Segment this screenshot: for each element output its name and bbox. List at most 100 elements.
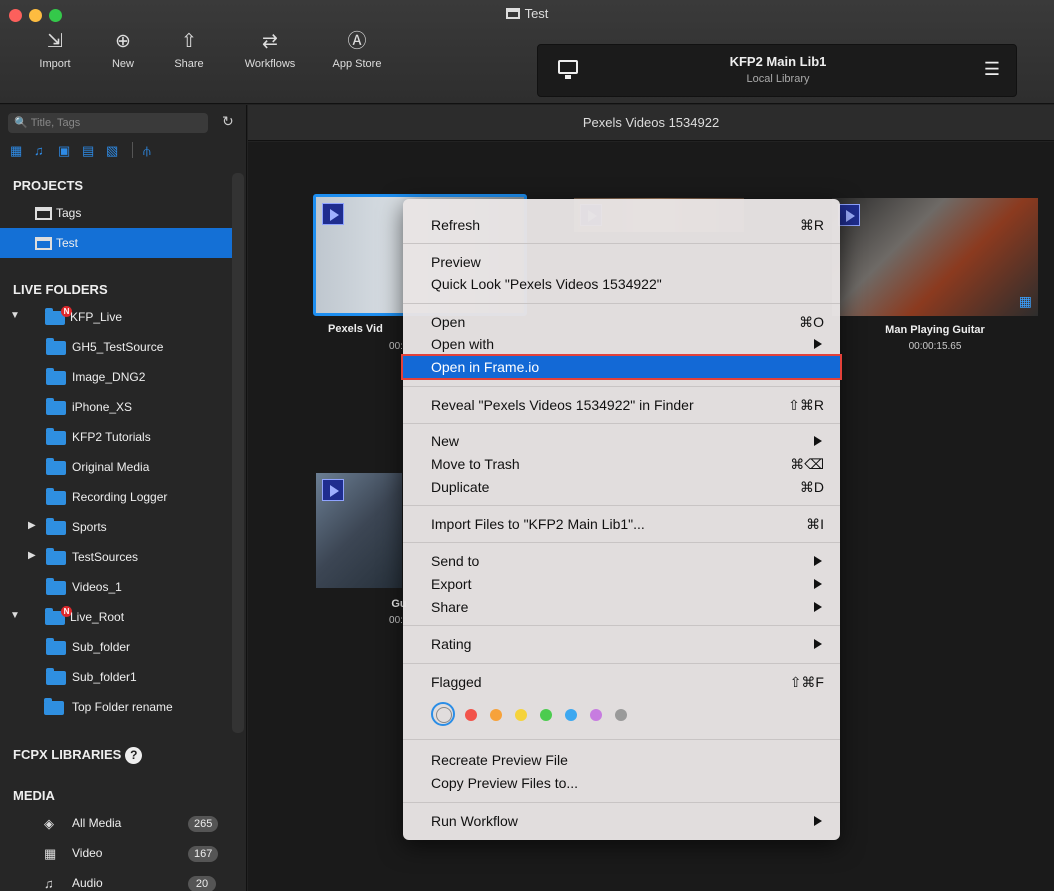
media-type-filters: ▦ ♫ ▣ ▤ ▧ ⫛ bbox=[10, 142, 240, 160]
menu-item-reveal-in-finder[interactable]: Reveal "Pexels Videos 1534922" in Finder… bbox=[403, 394, 840, 416]
hierarchy-icon[interactable]: ⫛ bbox=[143, 143, 167, 159]
disclosure-collapsed-icon[interactable]: ▶ bbox=[28, 520, 36, 531]
menu-separator bbox=[403, 663, 840, 664]
sidebar-item-folder[interactable]: ▼ N KFP_Live bbox=[0, 302, 232, 332]
clip-thumbnail[interactable]: ▦ bbox=[832, 198, 1038, 316]
library-selector[interactable]: KFP2 Main Lib1 Local Library ☰ bbox=[537, 44, 1017, 97]
menu-item-copy-preview[interactable]: Copy Preview Files to... bbox=[403, 772, 840, 794]
sidebar-item-folder[interactable]: ▶ Sports bbox=[0, 512, 232, 542]
sidebar-item-folder[interactable]: iPhone_XS bbox=[0, 392, 232, 422]
workflows-icon: ⇄ bbox=[262, 31, 278, 52]
library-name: KFP2 Main Lib1 bbox=[729, 54, 827, 69]
menu-item-move-to-trash[interactable]: Move to Trash ⌘⌫ bbox=[403, 453, 840, 475]
search-input[interactable]: 🔍 Title, Tags bbox=[8, 113, 208, 133]
color-label-blue[interactable] bbox=[565, 709, 577, 721]
menu-item-preview[interactable]: Preview bbox=[403, 251, 840, 273]
sidebar-item-folder[interactable]: ▶ TestSources bbox=[0, 542, 232, 572]
app-window: Test ⇲ Import ⊕ New ⇧ Share ⇄ Workflows … bbox=[0, 0, 1054, 891]
sidebar-item-audio[interactable]: ♫ Audio 20 bbox=[0, 868, 232, 891]
color-label-red[interactable] bbox=[465, 709, 477, 721]
folder-icon bbox=[46, 548, 66, 565]
menu-item-quick-look[interactable]: Quick Look "Pexels Videos 1534922" bbox=[403, 273, 840, 295]
help-icon[interactable]: ? bbox=[125, 747, 143, 764]
color-label-yellow[interactable] bbox=[515, 709, 527, 721]
menu-separator bbox=[403, 386, 840, 387]
menu-separator bbox=[403, 739, 840, 740]
workflows-button[interactable]: ⇄ Workflows bbox=[235, 28, 305, 70]
folder-icon bbox=[46, 368, 66, 385]
menu-item-flagged[interactable]: Flagged ⇧⌘F bbox=[403, 671, 840, 693]
sidebar-item-folder[interactable]: GH5_TestSource bbox=[0, 332, 232, 362]
sidebar-item-folder[interactable]: KFP2 Tutorials bbox=[0, 422, 232, 452]
content-title: Pexels Videos 1534922 bbox=[248, 105, 1054, 141]
sidebar-item-folder[interactable]: Image_DNG2 bbox=[0, 362, 232, 392]
menu-item-import-files[interactable]: Import Files to "KFP2 Main Lib1"... ⌘I bbox=[403, 513, 840, 535]
menu-item-send-to[interactable]: Send to bbox=[403, 550, 840, 572]
project-icon bbox=[35, 237, 52, 250]
project-icon bbox=[35, 207, 52, 220]
sidebar-item-project[interactable]: Test bbox=[0, 228, 232, 258]
clip-duration: 00:00:15.65 bbox=[908, 341, 962, 352]
menu-item-share[interactable]: Share bbox=[403, 596, 840, 618]
sidebar-item-folder[interactable]: Sub_folder1 bbox=[0, 662, 232, 692]
sidebar-item-video[interactable]: ▦ Video 167 bbox=[0, 838, 232, 868]
count-badge: 265 bbox=[188, 816, 219, 832]
menu-separator bbox=[403, 243, 840, 244]
clip-title: Pexels Vid bbox=[328, 323, 383, 335]
sidebar-item-folder[interactable]: Videos_1 bbox=[0, 572, 232, 602]
menu-item-open[interactable]: Open ⌘O bbox=[403, 311, 840, 333]
menu-item-refresh[interactable]: Refresh ⌘R bbox=[403, 214, 840, 236]
video-badge-icon bbox=[322, 479, 344, 501]
disclosure-expanded-icon[interactable]: ▼ bbox=[10, 310, 20, 321]
menu-item-recreate-preview[interactable]: Recreate Preview File bbox=[403, 749, 840, 771]
sidebar: 🔍 Title, Tags ↻ ▦ ♫ ▣ ▤ ▧ ⫛ PROJECTS Tags Test… bbox=[0, 105, 247, 891]
submenu-arrow-icon bbox=[814, 579, 822, 589]
disclosure-collapsed-icon[interactable]: ▶ bbox=[28, 550, 36, 561]
sidebar-item-folder[interactable]: Sub_folder bbox=[0, 632, 232, 662]
menu-item-open-with[interactable]: Open with bbox=[403, 333, 840, 355]
refresh-icon[interactable]: ↻ bbox=[222, 113, 234, 130]
sidebar-item-folder[interactable]: Recording Logger bbox=[0, 482, 232, 512]
color-label-green[interactable] bbox=[540, 709, 552, 721]
new-button[interactable]: ⊕ New bbox=[88, 28, 158, 70]
other-filter-icon[interactable]: ▧ bbox=[106, 143, 130, 159]
folder-icon bbox=[46, 338, 66, 355]
menu-item-duplicate[interactable]: Duplicate ⌘D bbox=[403, 476, 840, 498]
menu-item-open-in-frameio[interactable]: Open in Frame.io bbox=[401, 354, 842, 380]
film-icon: ▦ bbox=[1018, 293, 1032, 309]
media-header: MEDIA bbox=[13, 788, 55, 803]
document-filter-icon[interactable]: ▤ bbox=[82, 143, 106, 159]
image-filter-icon[interactable]: ▣ bbox=[58, 143, 82, 159]
menu-separator bbox=[403, 423, 840, 424]
submenu-arrow-icon bbox=[814, 436, 822, 446]
menu-item-export[interactable]: Export bbox=[403, 573, 840, 595]
video-badge-icon bbox=[838, 204, 860, 226]
color-label-purple[interactable] bbox=[590, 709, 602, 721]
import-icon: ⇲ bbox=[47, 31, 63, 52]
film-icon: ▦ bbox=[44, 846, 57, 861]
sidebar-item-project[interactable]: Tags bbox=[0, 198, 232, 228]
folder-icon bbox=[46, 638, 66, 655]
color-label-orange[interactable] bbox=[490, 709, 502, 721]
sidebar-scrollbar[interactable] bbox=[232, 173, 244, 733]
color-label-gray[interactable] bbox=[615, 709, 627, 721]
clip-thumbnail[interactable] bbox=[316, 473, 402, 588]
video-filter-icon[interactable]: ▦ bbox=[10, 143, 34, 159]
menu-item-new[interactable]: New bbox=[403, 430, 840, 452]
list-icon[interactable]: ☰ bbox=[984, 59, 1000, 80]
sidebar-item-folder[interactable]: Top Folder rename bbox=[0, 692, 232, 722]
import-button[interactable]: ⇲ Import bbox=[20, 28, 90, 70]
speaker-icon: ♫ bbox=[44, 876, 54, 891]
sidebar-item-folder[interactable]: ▼ N Live_Root bbox=[0, 602, 232, 632]
disclosure-expanded-icon[interactable]: ▼ bbox=[10, 610, 20, 621]
menu-item-rating[interactable]: Rating bbox=[403, 633, 840, 655]
clip-title: Man Playing Guitar bbox=[885, 324, 985, 336]
sidebar-item-folder[interactable]: Original Media bbox=[0, 452, 232, 482]
share-button[interactable]: ⇧ Share bbox=[154, 28, 224, 70]
menu-item-run-workflow[interactable]: Run Workflow bbox=[403, 810, 840, 832]
audio-filter-icon[interactable]: ♫ bbox=[34, 143, 58, 158]
window-title: Test bbox=[0, 6, 1054, 21]
color-label-none[interactable] bbox=[431, 702, 455, 726]
app-store-button[interactable]: Ⓐ App Store bbox=[322, 28, 392, 70]
sidebar-item-all-media[interactable]: ◈ All Media 265 bbox=[0, 808, 232, 838]
